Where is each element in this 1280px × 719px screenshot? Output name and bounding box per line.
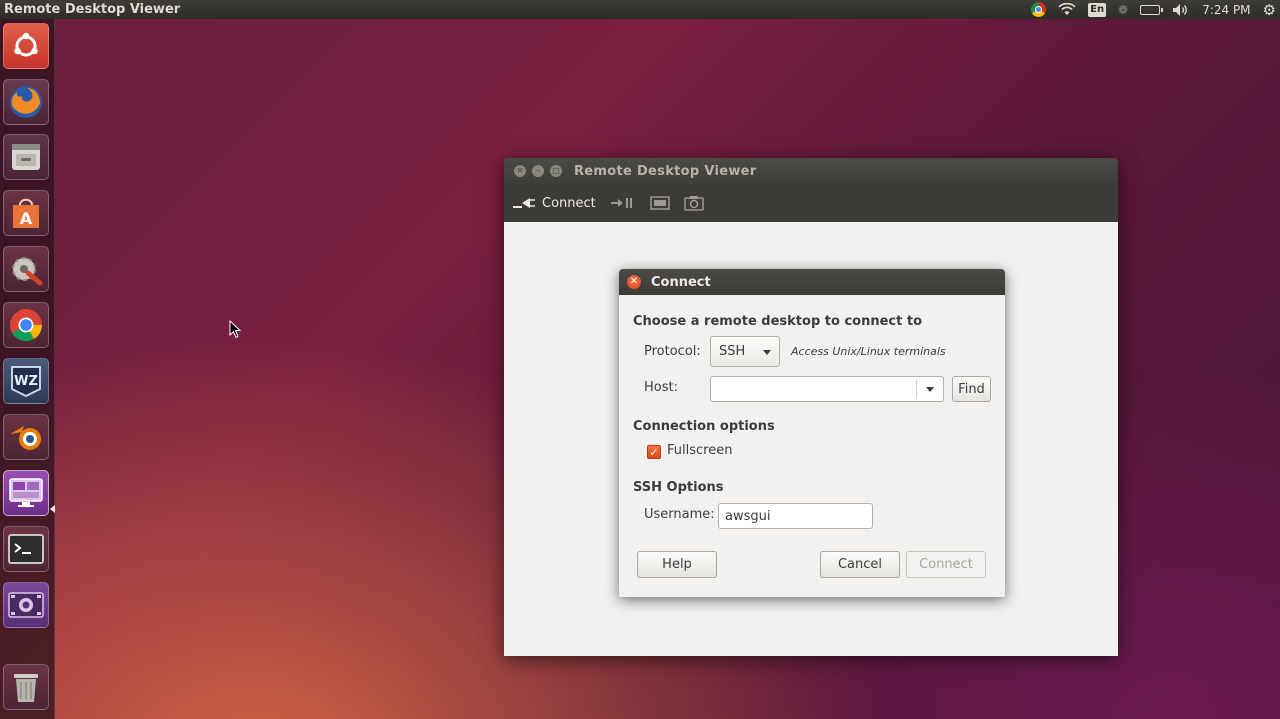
toolbar: Connect <box>504 184 1118 223</box>
host-label: Host: <box>644 380 678 395</box>
files-icon[interactable] <box>3 134 49 180</box>
protocol-value: SSH <box>719 344 746 359</box>
mouse-cursor-icon <box>229 320 241 339</box>
ubuntu-dash-icon[interactable] <box>3 23 49 69</box>
chrome-indicator-icon[interactable] <box>1031 0 1047 19</box>
system-tray: En ❁ 7:24 PM ⚙ <box>1031 0 1276 19</box>
terminal-icon[interactable] <box>3 526 49 572</box>
dialog-close-icon[interactable]: ✕ <box>627 275 641 289</box>
username-input[interactable]: awsgui <box>718 503 873 529</box>
active-window-title: Remote Desktop Viewer <box>4 2 181 17</box>
close-icon[interactable]: ✕ <box>514 165 526 177</box>
cancel-button[interactable]: Cancel <box>820 551 900 578</box>
chevron-down-icon[interactable] <box>926 387 934 392</box>
chevron-down-icon <box>763 349 771 355</box>
clock[interactable]: 7:24 PM <box>1202 0 1250 19</box>
protocol-label: Protocol: <box>644 344 701 359</box>
plug-icon <box>513 198 535 208</box>
fullscreen-toolbar-button[interactable] <box>650 195 670 211</box>
launcher: A WZ <box>0 19 55 719</box>
maximize-icon[interactable]: □ <box>550 165 562 177</box>
connect-dialog: ✕ Connect Choose a remote desktop to con… <box>619 269 1005 597</box>
dialog-heading: Choose a remote desktop to connect to <box>633 314 923 329</box>
system-settings-icon[interactable] <box>3 246 49 292</box>
dialog-titlebar[interactable]: ✕ Connect <box>619 269 1005 295</box>
active-indicator <box>50 505 55 513</box>
language-label: En <box>1088 2 1107 17</box>
firefox-icon[interactable] <box>3 79 49 125</box>
window-title: Remote Desktop Viewer <box>574 163 757 179</box>
camera-icon <box>684 196 704 211</box>
minimize-icon[interactable]: – <box>532 165 544 177</box>
connect-button[interactable]: Connect <box>906 551 986 578</box>
disconnect-toolbar-button[interactable] <box>610 195 636 211</box>
host-combo-entry[interactable] <box>710 376 944 402</box>
window-titlebar[interactable]: ✕ – □ Remote Desktop Viewer <box>504 158 1118 184</box>
dialog-title: Connect <box>651 274 711 290</box>
fullscreen-icon <box>650 196 670 210</box>
blender-icon[interactable] <box>3 414 49 460</box>
keyboard-language-indicator[interactable]: En <box>1088 0 1107 19</box>
ssh-options-heading: SSH Options <box>633 480 724 495</box>
warzone-icon[interactable]: WZ <box>3 358 49 404</box>
software-center-icon[interactable]: A <box>3 190 49 236</box>
connect-toolbar-label: Connect <box>542 195 596 211</box>
svg-text:WZ: WZ <box>14 374 38 389</box>
connection-options-heading: Connection options <box>633 419 775 434</box>
fullscreen-label[interactable]: Fullscreen <box>667 443 732 458</box>
chrome-icon[interactable] <box>3 302 49 348</box>
username-label: Username: <box>644 507 715 522</box>
wifi-icon[interactable] <box>1058 0 1076 19</box>
connect-toolbar-button[interactable]: Connect <box>512 195 596 211</box>
unplug-icon <box>610 198 632 208</box>
find-button[interactable]: Find <box>952 376 991 402</box>
gear-icon[interactable]: ⚙ <box>1263 0 1276 19</box>
svg-text:A: A <box>20 209 33 228</box>
remote-desktop-icon[interactable] <box>3 470 49 516</box>
help-button[interactable]: Help <box>637 551 717 578</box>
trash-icon[interactable] <box>3 664 49 710</box>
webcam-icon[interactable] <box>3 582 49 628</box>
bluetooth-icon[interactable]: ❁ <box>1118 0 1128 19</box>
protocol-description: Access Unix/Linux terminals <box>791 345 946 358</box>
volume-icon[interactable] <box>1172 0 1190 19</box>
fullscreen-checkbox[interactable]: ✓ <box>647 445 661 459</box>
screenshot-toolbar-button[interactable] <box>684 195 704 211</box>
top-panel: Remote Desktop Viewer En ❁ 7:24 PM ⚙ <box>0 0 1280 19</box>
battery-icon[interactable] <box>1140 0 1164 19</box>
protocol-dropdown[interactable]: SSH <box>710 336 780 367</box>
